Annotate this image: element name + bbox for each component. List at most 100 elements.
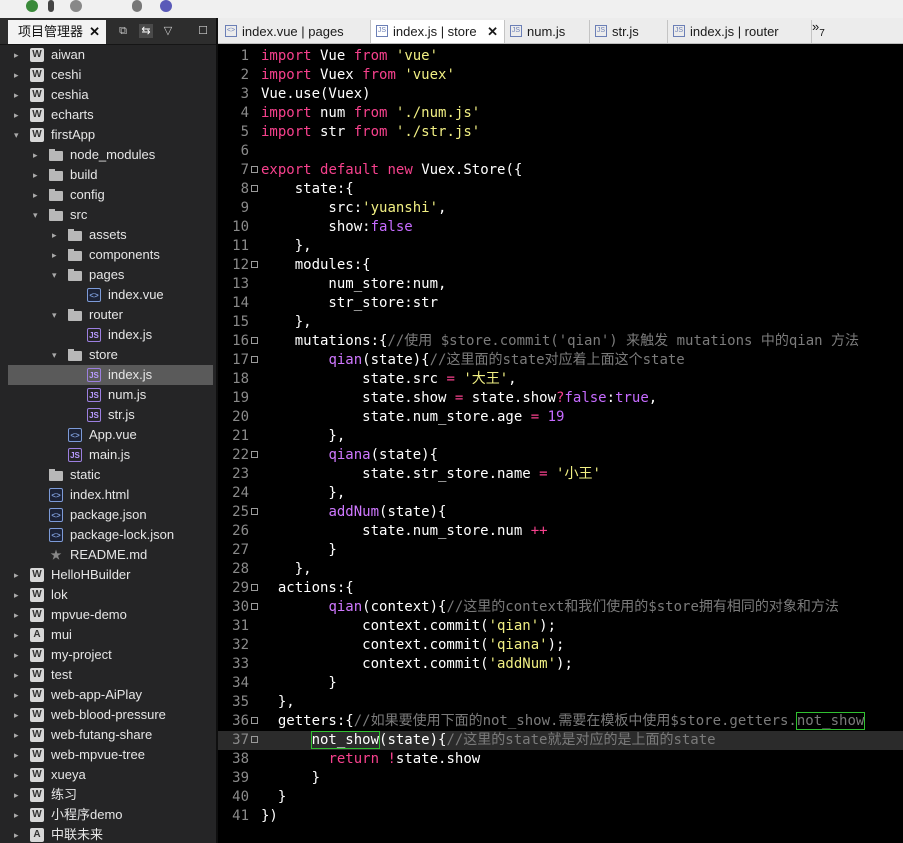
browser-icon[interactable] xyxy=(160,0,172,12)
view-menu-icon[interactable]: ▽ xyxy=(161,24,175,38)
tree-item[interactable]: JS str.js xyxy=(8,405,213,425)
code-line[interactable]: 8 state:{ xyxy=(218,180,903,199)
tree-item[interactable]: ▸ Wxueya xyxy=(8,765,213,785)
tree-item[interactable]: <> index.html xyxy=(8,485,213,505)
code-line[interactable]: 24 }, xyxy=(218,484,903,503)
tree-item[interactable]: ▾ pages xyxy=(8,265,213,285)
collapsed-arrow-icon[interactable]: ▸ xyxy=(14,65,24,85)
collapsed-arrow-icon[interactable]: ▸ xyxy=(14,725,24,745)
fold-toggle-icon[interactable] xyxy=(251,337,258,344)
tree-item[interactable]: ▸ config xyxy=(8,185,213,205)
code-line[interactable]: 40 } xyxy=(218,788,903,807)
tree-item[interactable]: ▸ Wweb-futang-share xyxy=(8,725,213,745)
collapse-all-icon[interactable]: ⧉ xyxy=(116,24,130,38)
code-line[interactable]: 21 }, xyxy=(218,427,903,446)
close-icon[interactable]: ✕ xyxy=(89,20,100,44)
tree-item[interactable]: ▸ Wecharts xyxy=(8,105,213,125)
tree-item[interactable]: ▸ node_modules xyxy=(8,145,213,165)
tree-item[interactable]: ▸ components xyxy=(8,245,213,265)
collapsed-arrow-icon[interactable]: ▸ xyxy=(14,625,24,645)
tree-item[interactable]: ▾ router xyxy=(8,305,213,325)
link-editor-icon[interactable]: ⇆ xyxy=(139,24,153,38)
collapsed-arrow-icon[interactable]: ▸ xyxy=(52,225,62,245)
collapsed-arrow-icon[interactable]: ▸ xyxy=(33,145,43,165)
tree-item[interactable]: ▸ Wceshia xyxy=(8,85,213,105)
fold-toggle-icon[interactable] xyxy=(251,166,258,173)
tree-item[interactable]: ▾ WfirstApp xyxy=(8,125,213,145)
code-line[interactable]: 27 } xyxy=(218,541,903,560)
tree-item[interactable]: <> index.vue xyxy=(8,285,213,305)
collapsed-arrow-icon[interactable]: ▸ xyxy=(33,185,43,205)
tree-item[interactable]: ▸ W HelloHBuilder xyxy=(8,565,213,585)
bookmark-icon[interactable] xyxy=(132,0,142,12)
tree-item[interactable]: ▾ src xyxy=(8,205,213,225)
tree-item[interactable]: static xyxy=(8,465,213,485)
fold-toggle-icon[interactable] xyxy=(251,736,258,743)
tree-item[interactable]: ▸ Wweb-mpvue-tree xyxy=(8,745,213,765)
run-icon[interactable] xyxy=(26,0,38,12)
fold-toggle-icon[interactable] xyxy=(251,717,258,724)
code-line[interactable]: 12 modules:{ xyxy=(218,256,903,275)
code-line[interactable]: 38 return !state.show xyxy=(218,750,903,769)
tree-item[interactable]: ▸ build xyxy=(8,165,213,185)
settings-icon[interactable] xyxy=(70,0,82,12)
tree-item[interactable]: ▸ Wceshi xyxy=(8,65,213,85)
code-line[interactable]: 23 state.str_store.name = '小王' xyxy=(218,465,903,484)
tree-item[interactable]: JS main.js xyxy=(8,445,213,465)
expanded-arrow-icon[interactable]: ▾ xyxy=(33,205,43,225)
code-line[interactable]: 18 state.src = '大王', xyxy=(218,370,903,389)
code-line[interactable]: 25 addNum(state){ xyxy=(218,503,903,522)
code-line[interactable]: 39 } xyxy=(218,769,903,788)
code-line[interactable]: 37 not_show(state){//这里的state就是对应的是上面的st… xyxy=(218,731,903,750)
code-line[interactable]: 31 context.commit('qian'); xyxy=(218,617,903,636)
tree-item[interactable]: ▸ Waiwan xyxy=(8,45,213,65)
fold-toggle-icon[interactable] xyxy=(251,603,258,610)
code-line[interactable]: 41}) xyxy=(218,807,903,826)
code-line[interactable]: 2 import Vuex from 'vuex' xyxy=(218,66,903,85)
dropdown-icon[interactable] xyxy=(48,0,54,12)
fold-toggle-icon[interactable] xyxy=(251,261,258,268)
fold-toggle-icon[interactable] xyxy=(251,508,258,515)
editor-tab[interactable]: <> index.vue | pages xyxy=(220,20,371,43)
tab-project-manager[interactable]: 项目管理器 ✕ xyxy=(8,20,106,44)
code-line[interactable]: 17 qian(state){//这里面的state对应着上面这个state xyxy=(218,351,903,370)
tree-item[interactable]: ▸ W 练习 xyxy=(8,785,213,805)
tree-item[interactable]: JS index.js xyxy=(8,365,213,385)
expanded-arrow-icon[interactable]: ▾ xyxy=(52,265,62,285)
close-tab-icon[interactable]: ✕ xyxy=(487,20,498,43)
code-line[interactable]: 33 context.commit('addNum'); xyxy=(218,655,903,674)
tree-item[interactable]: ▾ store xyxy=(8,345,213,365)
code-area[interactable]: 1 import Vue from 'vue' 2 import Vuex from … xyxy=(218,44,903,843)
tree-item[interactable]: ▸ Wmy-project xyxy=(8,645,213,665)
tree-item[interactable]: ★ README.md xyxy=(8,545,213,565)
tree-item[interactable]: <> package-lock.json xyxy=(8,525,213,545)
code-line[interactable]: 29 actions:{ xyxy=(218,579,903,598)
collapsed-arrow-icon[interactable]: ▸ xyxy=(14,605,24,625)
tree-item[interactable]: <> App.vue xyxy=(8,425,213,445)
code-line[interactable]: 4 import num from './num.js' xyxy=(218,104,903,123)
tree-item[interactable]: ▸ W 小程序demo xyxy=(8,805,213,825)
expanded-arrow-icon[interactable]: ▾ xyxy=(52,345,62,365)
code-line[interactable]: 36 getters:{//如果要使用下面的not_show.需要在模板中使用$… xyxy=(218,712,903,731)
tree-item[interactable]: ▸ Wweb-app-AiPlay xyxy=(8,685,213,705)
tree-item[interactable]: ▸ Wtest xyxy=(8,665,213,685)
code-line[interactable]: 10 show:false xyxy=(218,218,903,237)
code-line[interactable]: 28 }, xyxy=(218,560,903,579)
collapsed-arrow-icon[interactable]: ▸ xyxy=(14,645,24,665)
collapsed-arrow-icon[interactable]: ▸ xyxy=(14,585,24,605)
code-line[interactable]: 1 import Vue from 'vue' xyxy=(218,47,903,66)
code-line[interactable]: 20 state.num_store.age = 19 xyxy=(218,408,903,427)
expanded-arrow-icon[interactable]: ▾ xyxy=(14,125,24,145)
tree-item[interactable]: ▸ assets xyxy=(8,225,213,245)
collapsed-arrow-icon[interactable]: ▸ xyxy=(14,685,24,705)
fold-toggle-icon[interactable] xyxy=(251,584,258,591)
tree-item[interactable]: ▸ Wlok xyxy=(8,585,213,605)
fold-toggle-icon[interactable] xyxy=(251,185,258,192)
collapsed-arrow-icon[interactable]: ▸ xyxy=(14,565,24,585)
code-line[interactable]: 19 state.show = state.show?false:true, xyxy=(218,389,903,408)
code-line[interactable]: 13 num_store:num, xyxy=(218,275,903,294)
tree-item[interactable]: <> package.json xyxy=(8,505,213,525)
code-line[interactable]: 30 qian(context){//这里的context和我们使用的$stor… xyxy=(218,598,903,617)
editor-tab[interactable]: JS index.js | store ✕ xyxy=(371,20,505,43)
expanded-arrow-icon[interactable]: ▾ xyxy=(52,305,62,325)
